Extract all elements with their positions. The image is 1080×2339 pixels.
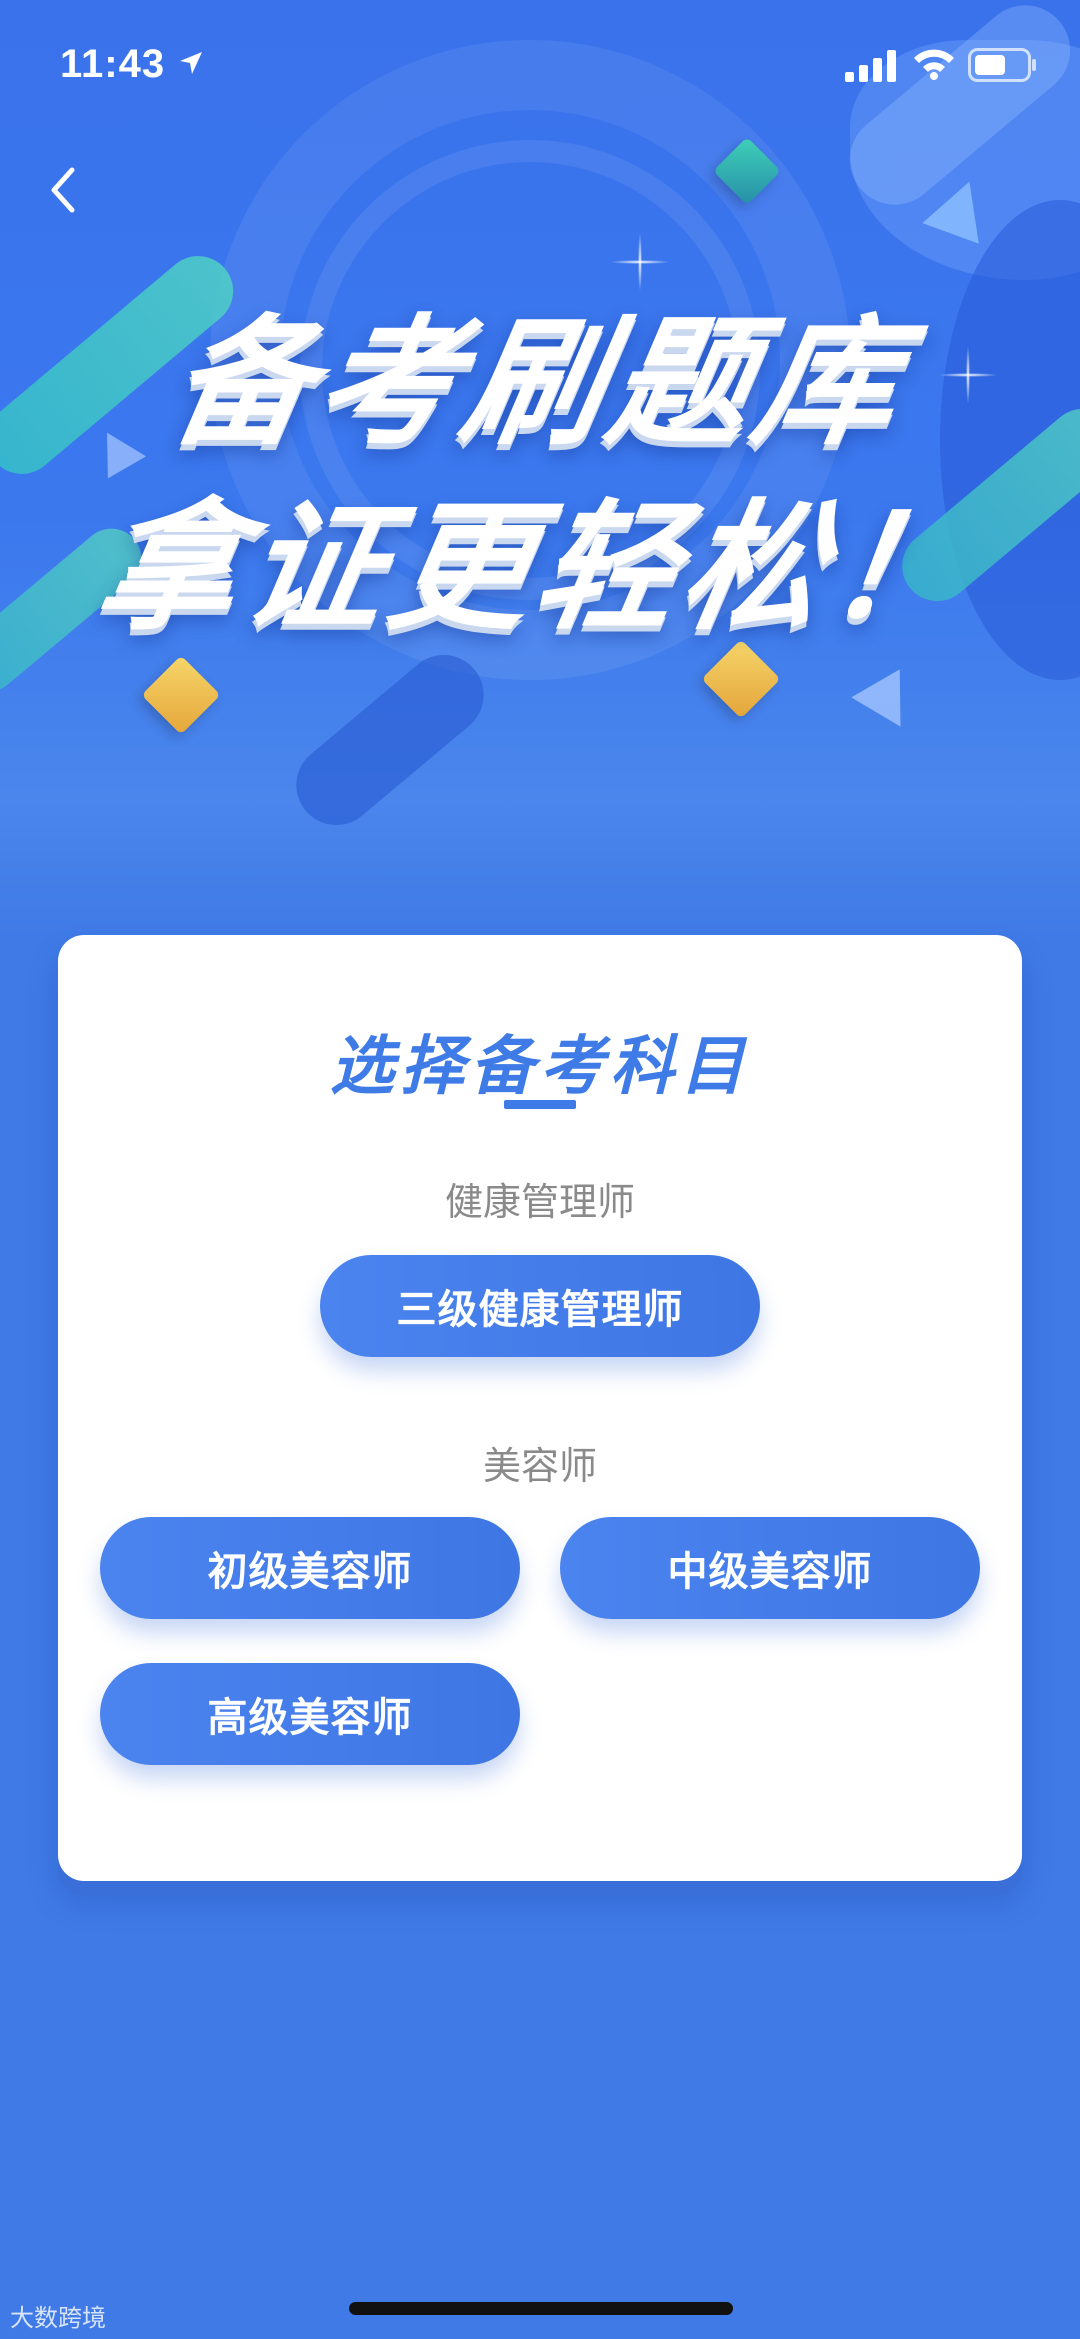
subject-button-intermediate-beautician[interactable]: 中级美容师 bbox=[560, 1517, 980, 1619]
hero-headline-line2: 拿证更轻松！ bbox=[85, 487, 991, 650]
home-indicator[interactable] bbox=[349, 2302, 733, 2315]
subject-button-label: 高级美容师 bbox=[207, 1695, 413, 1741]
section-label-beautician: 美容师 bbox=[482, 1444, 597, 1488]
hero-headline-line1: 备考刷题库 bbox=[158, 302, 918, 465]
hero-banner: 备考刷题库 拿证更轻松！ bbox=[0, 0, 1080, 940]
decor-triangle bbox=[851, 669, 925, 741]
subject-button-junior-beautician[interactable]: 初级美容师 bbox=[100, 1517, 520, 1619]
battery-icon bbox=[968, 48, 1036, 82]
decor-pill bbox=[280, 638, 500, 842]
status-time: 11:43 bbox=[60, 42, 166, 86]
back-chevron-icon[interactable] bbox=[40, 160, 90, 220]
title-underline bbox=[504, 1100, 576, 1109]
wifi-icon bbox=[914, 49, 954, 80]
subject-button-level3-health-manager[interactable]: 三级健康管理师 bbox=[320, 1255, 760, 1357]
location-arrow-icon bbox=[180, 52, 202, 74]
card-title: 选择备考科目 bbox=[330, 1030, 750, 1104]
subject-button-senior-beautician[interactable]: 高级美容师 bbox=[100, 1663, 520, 1765]
signal-icon bbox=[845, 50, 896, 82]
subject-button-label: 三级健康管理师 bbox=[396, 1287, 684, 1333]
subject-button-label: 初级美容师 bbox=[207, 1549, 413, 1595]
subject-button-label: 中级美容师 bbox=[667, 1549, 873, 1595]
decor-cube-icon bbox=[141, 655, 221, 735]
subject-selection-card: 选择备考科目 健康管理师 三级健康管理师 美容师 初级美容师 中级美容师 高级美… bbox=[58, 935, 1022, 1881]
section-label-health-manager: 健康管理师 bbox=[444, 1180, 635, 1224]
watermark: 大数跨境 bbox=[10, 2304, 106, 2332]
